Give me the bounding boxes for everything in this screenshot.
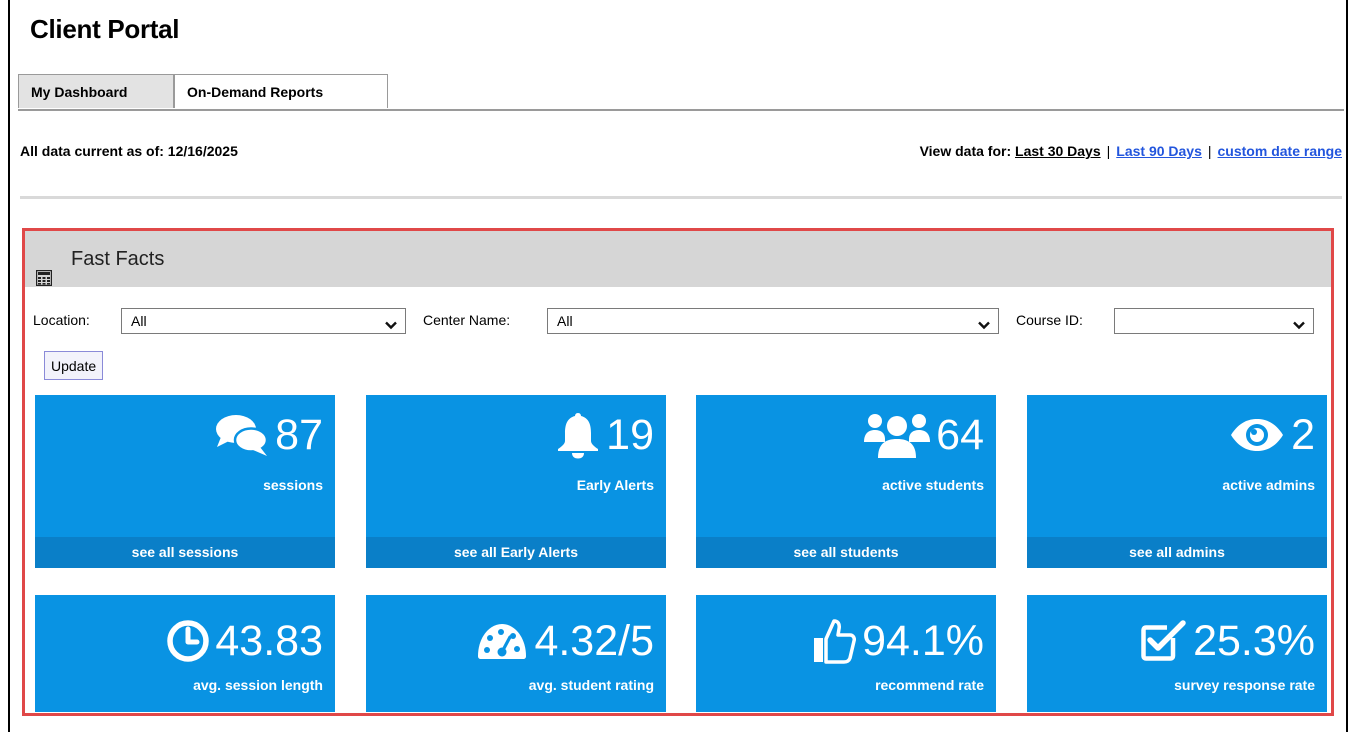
fast-facts-panel: Fast Facts Location: All Center Name: Al… [22, 228, 1334, 716]
tab-on-demand-reports[interactable]: On-Demand Reports [174, 74, 388, 108]
update-button[interactable]: Update [44, 351, 104, 380]
data-as-of-label: All data current as of: 12/16/2025 [20, 143, 238, 159]
checkbox-icon [1141, 620, 1187, 662]
stat-row: 94.1% [812, 615, 984, 667]
comments-icon [215, 413, 269, 457]
view-for-label: View data for: [919, 143, 1012, 159]
eye-icon [1229, 418, 1285, 452]
survey-response-rate-tile: 25.3% survey response rate [1027, 595, 1327, 712]
avg-session-length-label: avg. session length [193, 677, 323, 693]
location-value: All [131, 313, 147, 329]
stat-row: 43.83 [167, 615, 323, 667]
early-alerts-tile: 19 Early Alerts see all Early Alerts [366, 395, 666, 568]
avg-student-rating-label: avg. student rating [528, 677, 654, 693]
location-select[interactable]: All [121, 308, 406, 334]
dashboard-icon [476, 622, 528, 660]
panel-title: Fast Facts [71, 248, 165, 270]
custom-date-range-link[interactable]: custom date range [1218, 143, 1342, 159]
separator: | [1106, 143, 1111, 159]
divider [20, 196, 1342, 199]
early-alerts-label: Early Alerts [576, 477, 654, 493]
stat-row: 19 [556, 409, 654, 461]
calculator-icon [35, 252, 53, 308]
location-label: Location: [33, 312, 90, 328]
last-90-days-link[interactable]: Last 90 Days [1116, 143, 1202, 159]
course-id-select[interactable] [1114, 308, 1314, 334]
clock-icon [167, 620, 210, 662]
stat-row: 4.32/5 [476, 615, 654, 667]
avg-student-rating-value: 4.32/5 [534, 617, 654, 665]
chevron-down-icon [978, 317, 990, 333]
avg-session-length-value: 43.83 [215, 617, 323, 665]
stat-row: 64 [864, 409, 984, 461]
stat-row: 2 [1229, 409, 1315, 461]
early-alerts-count: 19 [606, 411, 654, 459]
active-admins-tile: 2 active admins see all admins [1027, 395, 1327, 568]
see-all-early-alerts-link[interactable]: see all Early Alerts [366, 537, 666, 568]
recommend-rate-tile: 94.1% recommend rate [696, 595, 996, 712]
date-range-selector: View data for: Last 30 Days | Last 90 Days… [920, 143, 1342, 159]
recommend-rate-value: 94.1% [862, 617, 984, 665]
chevron-down-icon [385, 317, 397, 333]
see-all-admins-link[interactable]: see all admins [1027, 537, 1327, 568]
sessions-tile: 87 sessions see all sessions [35, 395, 335, 568]
course-id-label: Course ID: [1016, 312, 1083, 328]
survey-response-rate-label: survey response rate [1174, 677, 1315, 693]
last-30-days-link[interactable]: Last 30 Days [1015, 143, 1101, 159]
tab-my-dashboard[interactable]: My Dashboard [18, 74, 174, 108]
thumbs-up-icon [812, 618, 857, 664]
stat-row: 87 [215, 409, 323, 461]
see-all-sessions-link[interactable]: see all sessions [35, 537, 335, 568]
stat-row: 25.3% [1141, 615, 1315, 667]
active-students-count: 64 [936, 411, 984, 459]
separator: | [1207, 143, 1212, 159]
center-name-label: Center Name: [423, 312, 511, 328]
avg-session-length-tile: 43.83 avg. session length [35, 595, 335, 712]
chevron-down-icon [1293, 317, 1305, 333]
panel-header: Fast Facts [25, 231, 1331, 287]
survey-response-rate-value: 25.3% [1193, 617, 1315, 665]
sessions-label: sessions [263, 477, 323, 493]
active-admins-label: active admins [1222, 477, 1315, 493]
active-admins-count: 2 [1291, 411, 1315, 459]
users-icon [864, 412, 931, 458]
avg-student-rating-tile: 4.32/5 avg. student rating [366, 595, 666, 712]
filter-bar: Location: All Center Name: All Course ID… [33, 306, 1323, 336]
bell-icon [556, 411, 600, 459]
active-students-label: active students [882, 477, 984, 493]
center-name-select[interactable]: All [547, 308, 999, 334]
center-name-value: All [557, 313, 573, 329]
active-students-tile: 64 active students see all students [696, 395, 996, 568]
tab-bar: My Dashboard On-Demand Reports [18, 74, 1344, 111]
see-all-students-link[interactable]: see all students [696, 537, 996, 568]
sessions-count: 87 [275, 411, 323, 459]
recommend-rate-label: recommend rate [875, 677, 984, 693]
page-title: Client Portal [30, 14, 180, 44]
